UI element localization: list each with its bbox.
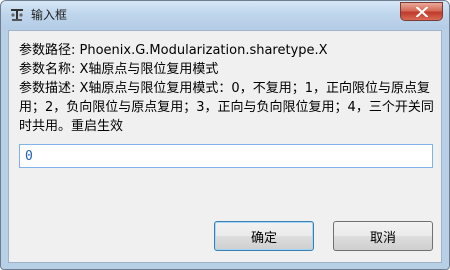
cancel-button[interactable]: 取消 [333,221,433,251]
parameter-path: 参数路径: Phoenix.G.Modularization.sharetype… [19,43,328,58]
parameter-detail: 参数描述: X轴原点与限位复用模式：0，不复用；1，正向限位与原点复用；2，负向… [19,81,434,134]
title-bar[interactable]: 输入框 [1,1,449,29]
parameter-description: 参数路径: Phoenix.G.Modularization.sharetype… [19,41,437,136]
app-tool-icon [9,7,25,23]
input-dialog-window: 输入框 参数路径: Phoenix.G.Modularization.share… [0,0,450,270]
value-input[interactable] [19,144,433,168]
close-icon [416,7,428,17]
window-title: 输入框 [31,8,68,22]
parameter-name: 参数名称: X轴原点与限位复用模式 [19,62,219,77]
dialog-body: 参数路径: Phoenix.G.Modularization.sharetype… [8,30,442,263]
close-button[interactable] [400,2,443,21]
ok-button[interactable]: 确定 [214,221,314,251]
